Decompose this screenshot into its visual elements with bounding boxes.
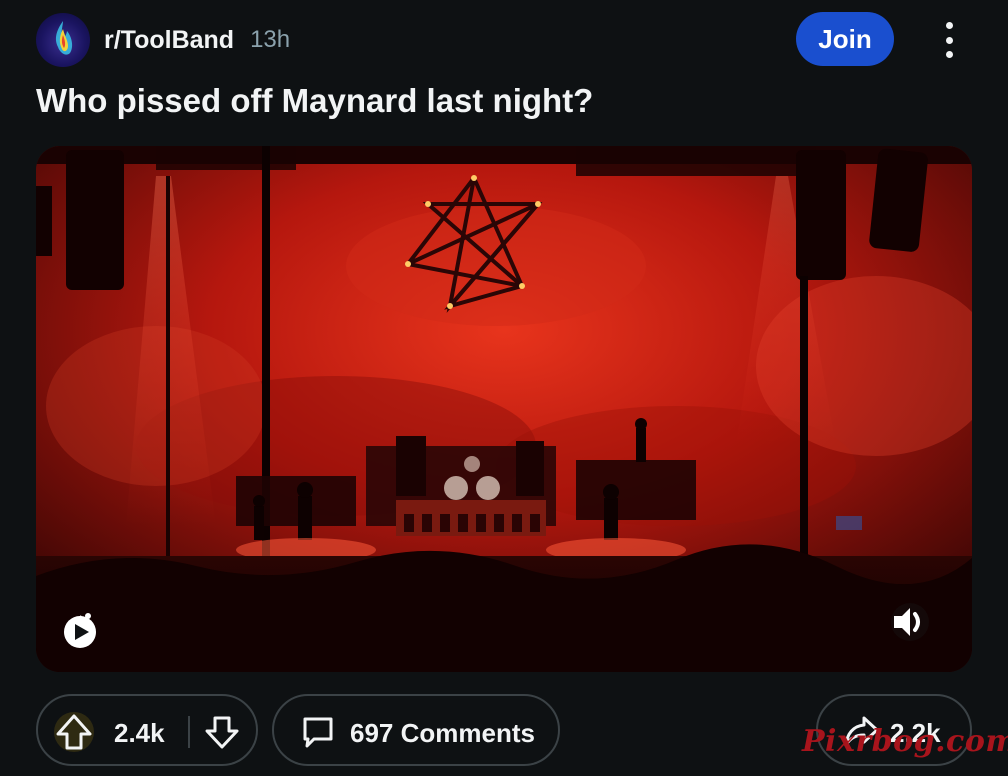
video-player[interactable] (36, 146, 972, 672)
post-time: 13h (250, 26, 291, 53)
concert-video-frame (36, 146, 972, 672)
upvote-icon[interactable] (52, 710, 96, 754)
post-header: r/ToolBand 13h Join (36, 12, 972, 68)
vote-control: 2.4k (36, 694, 258, 766)
comments-button[interactable]: 697 Comments (272, 694, 560, 766)
volume-icon[interactable] (888, 602, 932, 642)
join-button[interactable]: Join (796, 12, 894, 66)
comments-label: 697 Comments (350, 718, 535, 748)
downvote-icon[interactable] (204, 714, 240, 750)
more-options-icon[interactable] (934, 18, 964, 62)
watermark-text: Pixrbog.com (802, 724, 1008, 759)
reddit-video-icon (64, 613, 96, 648)
upvote-count: 2.4k (114, 718, 165, 748)
vote-divider (188, 716, 190, 748)
subreddit-name[interactable]: r/ToolBand (104, 26, 234, 55)
comment-icon (303, 717, 333, 748)
subreddit-avatar[interactable] (36, 13, 90, 67)
post-title[interactable]: Who pissed off Maynard last night? (36, 82, 593, 120)
